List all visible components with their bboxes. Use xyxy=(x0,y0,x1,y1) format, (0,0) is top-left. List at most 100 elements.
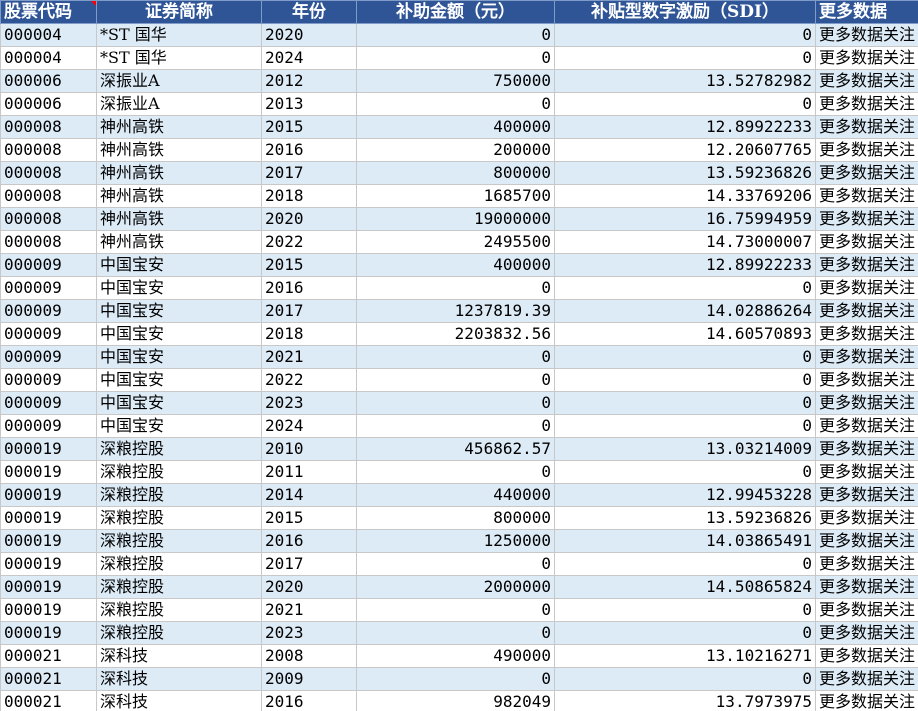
cell-more[interactable]: 更多数据关注 xyxy=(815,552,918,576)
cell-amount[interactable]: 1685700 xyxy=(356,184,555,208)
cell-more[interactable]: 更多数据关注 xyxy=(815,253,918,277)
cell-name[interactable]: 中国宝安 xyxy=(96,345,262,369)
cell-sdi[interactable]: 14.02886264 xyxy=(554,299,816,323)
cell-sdi[interactable]: 13.03214009 xyxy=(554,437,816,461)
cell-year[interactable]: 2020 xyxy=(261,23,357,47)
cell-more[interactable]: 更多数据关注 xyxy=(815,437,918,461)
cell-name[interactable]: 深振业A xyxy=(96,69,262,93)
cell-year[interactable]: 2020 xyxy=(261,575,357,599)
cell-year[interactable]: 2015 xyxy=(261,506,357,530)
cell-name[interactable]: 神州高铁 xyxy=(96,184,262,208)
cell-year[interactable]: 2013 xyxy=(261,92,357,116)
cell-sdi[interactable]: 13.10216271 xyxy=(554,644,816,668)
cell-more[interactable]: 更多数据关注 xyxy=(815,23,918,47)
cell-code[interactable]: 000021 xyxy=(0,667,97,691)
cell-sdi[interactable]: 0 xyxy=(554,460,816,484)
cell-more[interactable]: 更多数据关注 xyxy=(815,69,918,93)
cell-more[interactable]: 更多数据关注 xyxy=(815,368,918,392)
cell-more[interactable]: 更多数据关注 xyxy=(815,345,918,369)
cell-name[interactable]: 中国宝安 xyxy=(96,368,262,392)
cell-code[interactable]: 000019 xyxy=(0,529,97,553)
cell-amount[interactable]: 0 xyxy=(356,460,555,484)
cell-sdi[interactable]: 14.73000007 xyxy=(554,230,816,254)
cell-name[interactable]: 中国宝安 xyxy=(96,299,262,323)
cell-code[interactable]: 000004 xyxy=(0,46,97,70)
cell-amount[interactable]: 400000 xyxy=(356,253,555,277)
cell-name[interactable]: 深粮控股 xyxy=(96,460,262,484)
cell-amount[interactable]: 0 xyxy=(356,598,555,622)
cell-code[interactable]: 000019 xyxy=(0,460,97,484)
cell-amount[interactable]: 982049 xyxy=(356,690,555,711)
cell-name[interactable]: 中国宝安 xyxy=(96,391,262,415)
header-sdi[interactable]: 补贴型数字激励（SDI） xyxy=(554,0,816,24)
cell-amount[interactable]: 200000 xyxy=(356,138,555,162)
cell-name[interactable]: 深粮控股 xyxy=(96,437,262,461)
cell-more[interactable]: 更多数据关注 xyxy=(815,138,918,162)
cell-more[interactable]: 更多数据关注 xyxy=(815,621,918,645)
cell-sdi[interactable]: 0 xyxy=(554,345,816,369)
cell-amount[interactable]: 0 xyxy=(356,414,555,438)
cell-amount[interactable]: 0 xyxy=(356,621,555,645)
cell-year[interactable]: 2010 xyxy=(261,437,357,461)
cell-name[interactable]: 神州高铁 xyxy=(96,115,262,139)
cell-code[interactable]: 000009 xyxy=(0,276,97,300)
cell-code[interactable]: 000019 xyxy=(0,506,97,530)
cell-more[interactable]: 更多数据关注 xyxy=(815,115,918,139)
cell-name[interactable]: 深科技 xyxy=(96,667,262,691)
cell-code[interactable]: 000009 xyxy=(0,253,97,277)
cell-code[interactable]: 000009 xyxy=(0,345,97,369)
cell-amount[interactable]: 0 xyxy=(356,391,555,415)
cell-year[interactable]: 2022 xyxy=(261,368,357,392)
cell-name[interactable]: 深粮控股 xyxy=(96,506,262,530)
cell-sdi[interactable]: 12.89922233 xyxy=(554,115,816,139)
cell-code[interactable]: 000009 xyxy=(0,322,97,346)
cell-amount[interactable]: 0 xyxy=(356,276,555,300)
cell-sdi[interactable]: 0 xyxy=(554,23,816,47)
cell-sdi[interactable]: 0 xyxy=(554,621,816,645)
cell-amount[interactable]: 0 xyxy=(356,368,555,392)
header-amount[interactable]: 补助金额（元） xyxy=(356,0,555,24)
cell-more[interactable]: 更多数据关注 xyxy=(815,667,918,691)
cell-sdi[interactable]: 0 xyxy=(554,276,816,300)
cell-sdi[interactable]: 14.50865824 xyxy=(554,575,816,599)
cell-year[interactable]: 2021 xyxy=(261,345,357,369)
cell-more[interactable]: 更多数据关注 xyxy=(815,460,918,484)
cell-name[interactable]: 神州高铁 xyxy=(96,161,262,185)
cell-more[interactable]: 更多数据关注 xyxy=(815,598,918,622)
cell-name[interactable]: 深粮控股 xyxy=(96,575,262,599)
cell-more[interactable]: 更多数据关注 xyxy=(815,644,918,668)
cell-year[interactable]: 2017 xyxy=(261,552,357,576)
cell-code[interactable]: 000019 xyxy=(0,552,97,576)
cell-year[interactable]: 2015 xyxy=(261,115,357,139)
cell-name[interactable]: 中国宝安 xyxy=(96,322,262,346)
cell-year[interactable]: 2021 xyxy=(261,598,357,622)
cell-code[interactable]: 000021 xyxy=(0,644,97,668)
cell-code[interactable]: 000006 xyxy=(0,69,97,93)
cell-sdi[interactable]: 0 xyxy=(554,92,816,116)
cell-code[interactable]: 000009 xyxy=(0,368,97,392)
cell-year[interactable]: 2014 xyxy=(261,483,357,507)
cell-year[interactable]: 2017 xyxy=(261,299,357,323)
cell-amount[interactable]: 800000 xyxy=(356,506,555,530)
cell-year[interactable]: 2023 xyxy=(261,391,357,415)
cell-more[interactable]: 更多数据关注 xyxy=(815,276,918,300)
cell-sdi[interactable]: 0 xyxy=(554,46,816,70)
cell-amount[interactable]: 0 xyxy=(356,23,555,47)
cell-year[interactable]: 2024 xyxy=(261,414,357,438)
cell-sdi[interactable]: 0 xyxy=(554,368,816,392)
cell-amount[interactable]: 0 xyxy=(356,92,555,116)
cell-sdi[interactable]: 13.52782982 xyxy=(554,69,816,93)
cell-code[interactable]: 000019 xyxy=(0,575,97,599)
cell-more[interactable]: 更多数据关注 xyxy=(815,46,918,70)
cell-amount[interactable]: 400000 xyxy=(356,115,555,139)
header-code[interactable]: 股票代码 xyxy=(0,0,97,24)
cell-code[interactable]: 000009 xyxy=(0,391,97,415)
cell-code[interactable]: 000019 xyxy=(0,437,97,461)
cell-name[interactable]: 深粮控股 xyxy=(96,529,262,553)
cell-year[interactable]: 2008 xyxy=(261,644,357,668)
cell-year[interactable]: 2011 xyxy=(261,460,357,484)
cell-amount[interactable]: 750000 xyxy=(356,69,555,93)
cell-amount[interactable]: 1250000 xyxy=(356,529,555,553)
cell-name[interactable]: 深粮控股 xyxy=(96,598,262,622)
cell-code[interactable]: 000019 xyxy=(0,621,97,645)
